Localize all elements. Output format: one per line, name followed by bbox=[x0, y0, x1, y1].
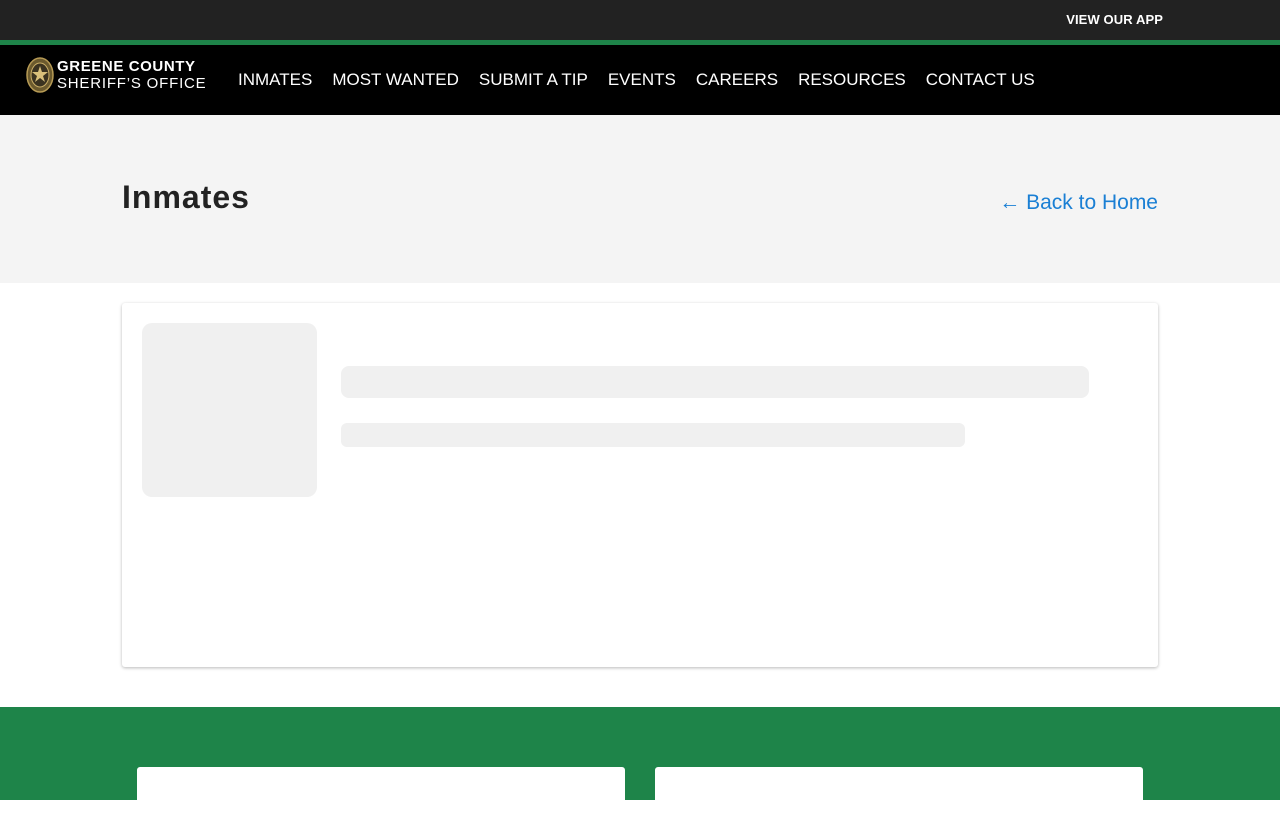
site-logo[interactable]: GREENE COUNTY SHERIFF’S OFFICE bbox=[26, 57, 206, 93]
skeleton-photo-placeholder bbox=[142, 323, 317, 497]
back-to-home-link[interactable]: ← Back to Home bbox=[999, 191, 1158, 215]
view-our-app-link[interactable]: VIEW OUR APP bbox=[1066, 12, 1163, 27]
skeleton-text-line bbox=[341, 423, 965, 447]
top-bar: VIEW OUR APP bbox=[0, 0, 1280, 40]
brand-name-line1: GREENE COUNTY bbox=[57, 58, 196, 75]
main-content bbox=[0, 283, 1280, 707]
nav-item-contact-us[interactable]: CONTACT US bbox=[926, 70, 1035, 90]
site-footer bbox=[0, 707, 1280, 829]
nav-item-inmates[interactable]: INMATES bbox=[238, 70, 312, 90]
sheriff-badge-icon bbox=[26, 57, 54, 93]
nav-item-resources[interactable]: RESOURCES bbox=[798, 70, 906, 90]
inmate-card-loading bbox=[122, 303, 1158, 667]
brand-name-line2: SHERIFF’S OFFICE bbox=[57, 75, 207, 92]
page-title: Inmates bbox=[122, 179, 250, 215]
nav-item-most-wanted[interactable]: MOST WANTED bbox=[332, 70, 459, 90]
nav-item-events[interactable]: EVENTS bbox=[608, 70, 676, 90]
nav-item-submit-a-tip[interactable]: SUBMIT A TIP bbox=[479, 70, 588, 90]
footer-panel-right bbox=[655, 767, 1143, 829]
footer-panel-left bbox=[137, 767, 625, 829]
page-header: Inmates ← Back to Home bbox=[0, 115, 1280, 283]
skeleton-text-line bbox=[341, 366, 1089, 398]
nav-menu: INMATES MOST WANTED SUBMIT A TIP EVENTS … bbox=[238, 45, 1035, 115]
nav-item-careers[interactable]: CAREERS bbox=[696, 70, 778, 90]
main-navbar: GREENE COUNTY SHERIFF’S OFFICE INMATES M… bbox=[0, 45, 1280, 115]
